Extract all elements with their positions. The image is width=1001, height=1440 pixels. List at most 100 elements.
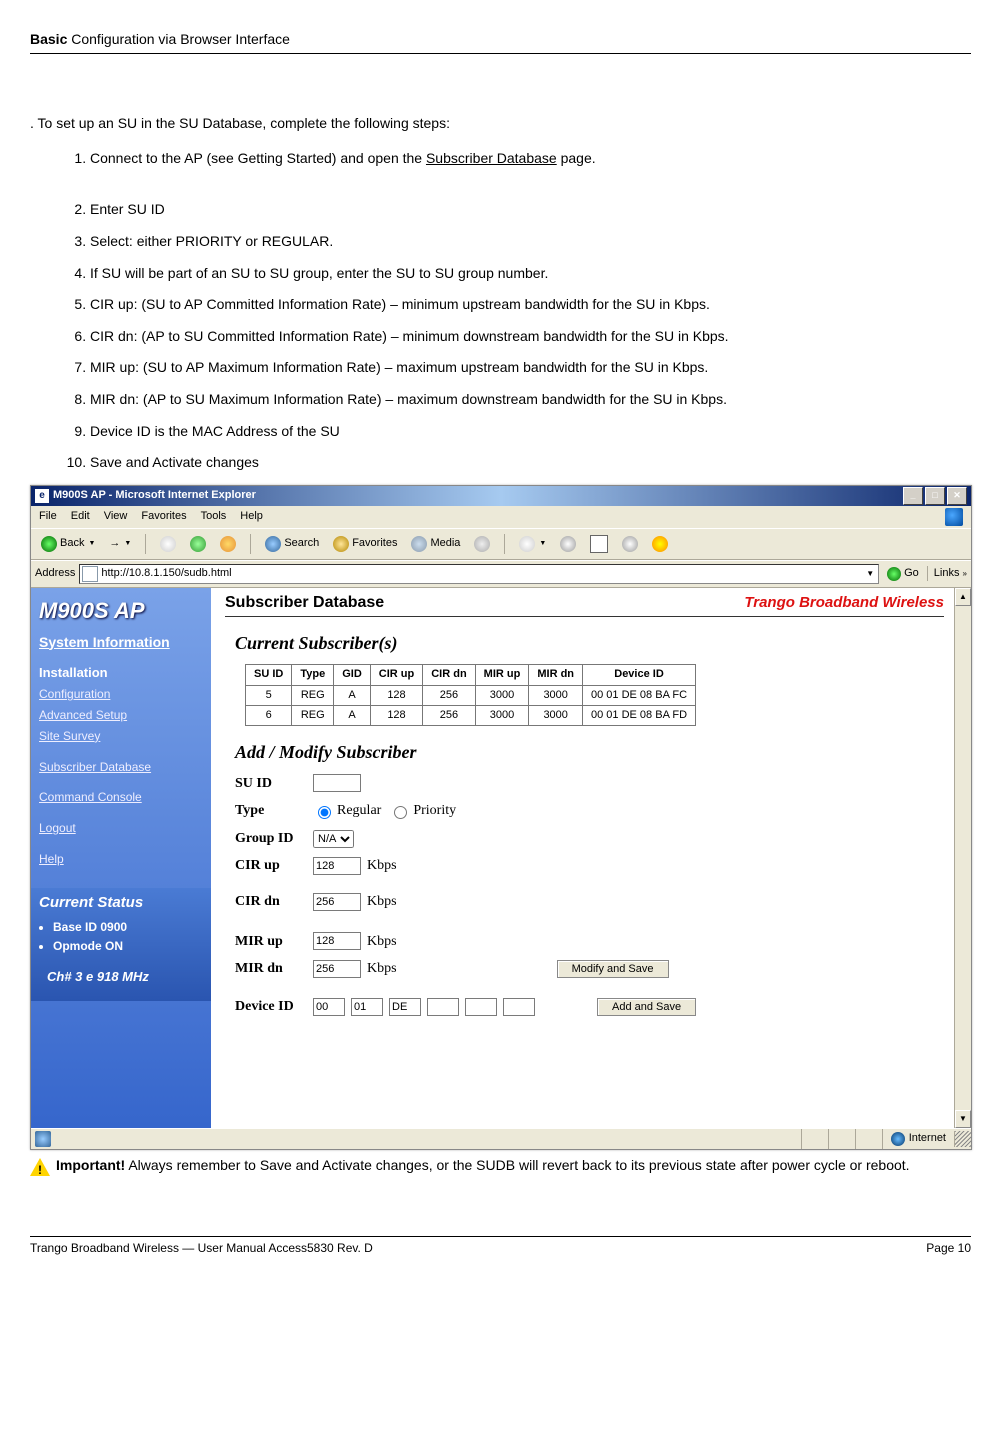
- mail-button[interactable]: ▼: [515, 534, 550, 554]
- status-base-id: Base ID 0900: [53, 919, 211, 936]
- group-id-select[interactable]: N/A: [313, 830, 354, 848]
- device-id-input-1[interactable]: [313, 998, 345, 1016]
- add-save-button[interactable]: Add and Save: [597, 998, 696, 1016]
- form-area: SU ID Type Regular Priority Group ID N/A…: [235, 774, 944, 1017]
- favorites-button[interactable]: Favorites: [329, 534, 401, 554]
- media-icon: [411, 536, 427, 552]
- globe-icon: [891, 1132, 905, 1146]
- important-label: Important!: [56, 1157, 125, 1173]
- add-modify-heading: Add / Modify Subscriber: [235, 740, 944, 765]
- cir-up-input[interactable]: [313, 857, 361, 875]
- mir-up-input[interactable]: [313, 932, 361, 950]
- menu-file[interactable]: File: [39, 509, 57, 524]
- type-label: Type: [235, 801, 313, 821]
- step-6: CIR dn: (AP to SU Committed Information …: [90, 327, 971, 347]
- discuss-button[interactable]: [618, 534, 642, 554]
- media-button[interactable]: Media: [407, 534, 464, 554]
- menu-tools[interactable]: Tools: [201, 509, 227, 524]
- home-icon: [220, 536, 236, 552]
- device-id-input-3[interactable]: [389, 998, 421, 1016]
- window-title: M900S AP - Microsoft Internet Explorer: [53, 488, 903, 503]
- address-label: Address: [35, 566, 75, 581]
- su-id-input[interactable]: [313, 774, 361, 792]
- device-id-input-6[interactable]: [503, 998, 535, 1016]
- ie-window-icon: e: [35, 489, 49, 503]
- close-button[interactable]: ✕: [947, 487, 967, 505]
- stop-button[interactable]: [156, 534, 180, 554]
- search-icon: [265, 536, 281, 552]
- home-button[interactable]: [216, 534, 240, 554]
- statusbar: Internet: [31, 1128, 971, 1149]
- status-channel: Ch# 3 e 918 MHz: [31, 956, 211, 990]
- sidebar-logout[interactable]: Logout: [31, 818, 211, 839]
- steps-list: Connect to the AP (see Getting Started) …: [50, 149, 971, 473]
- sidebar: M900S AP System Information Installation…: [31, 588, 211, 1128]
- type-priority-radio[interactable]: [394, 806, 407, 819]
- step-2: Enter SU ID: [90, 200, 971, 220]
- edit-button[interactable]: [586, 533, 612, 555]
- maximize-button[interactable]: □: [925, 487, 945, 505]
- menu-edit[interactable]: Edit: [71, 509, 90, 524]
- back-button[interactable]: Back ▼: [37, 534, 99, 554]
- warning-icon: [30, 1158, 50, 1176]
- step-9: Device ID is the MAC Address of the SU: [90, 422, 971, 442]
- footer-right: Page 10: [926, 1240, 971, 1257]
- sidebar-subscriber-database[interactable]: Subscriber Database: [31, 757, 211, 778]
- doc-header: Basic Configuration via Browser Interfac…: [30, 30, 971, 54]
- mir-dn-input[interactable]: [313, 960, 361, 978]
- device-id-input-2[interactable]: [351, 998, 383, 1016]
- main-panel: Subscriber Database Trango Broadband Wir…: [211, 588, 954, 1128]
- modify-save-button[interactable]: Modify and Save: [557, 960, 669, 978]
- resize-grip[interactable]: [954, 1131, 971, 1147]
- ie-logo-icon: [945, 508, 963, 526]
- sidebar-status-block: Current Status Base ID 0900 Opmode ON Ch…: [31, 888, 211, 1001]
- doc-header-rest: Configuration via Browser Interface: [67, 31, 290, 47]
- print-button[interactable]: [556, 534, 580, 554]
- minimize-button[interactable]: _: [903, 487, 923, 505]
- sidebar-system-info[interactable]: System Information: [31, 629, 211, 655]
- history-icon: [474, 536, 490, 552]
- menu-favorites[interactable]: Favorites: [141, 509, 186, 524]
- discuss-icon: [622, 536, 638, 552]
- messenger-button[interactable]: [648, 534, 672, 554]
- table-row: 6REGA1282563000300000 01 DE 08 BA FD: [246, 706, 696, 726]
- important-text: Always remember to Save and Activate cha…: [125, 1157, 909, 1173]
- links-button[interactable]: Links »: [927, 566, 967, 581]
- device-id-input-4[interactable]: [427, 998, 459, 1016]
- brand-right: Trango Broadband Wireless: [744, 592, 944, 613]
- menubar: File Edit View Favorites Tools Help: [31, 506, 971, 528]
- refresh-button[interactable]: [186, 534, 210, 554]
- vertical-scrollbar[interactable]: ▲ ▼: [954, 588, 971, 1128]
- sidebar-command-console[interactable]: Command Console: [31, 787, 211, 808]
- important-note: Important! Always remember to Save and A…: [30, 1156, 971, 1176]
- search-button[interactable]: Search: [261, 534, 323, 554]
- chevron-down-icon: ▼: [88, 539, 95, 549]
- sidebar-site-survey[interactable]: Site Survey: [31, 726, 211, 747]
- page-icon: [82, 566, 98, 582]
- address-input[interactable]: http://10.8.1.150/sudb.html ▼: [79, 564, 879, 584]
- scroll-down-button[interactable]: ▼: [955, 1110, 971, 1128]
- sidebar-advanced-setup[interactable]: Advanced Setup: [31, 705, 211, 726]
- chevron-down-icon[interactable]: ▼: [864, 568, 876, 579]
- step-5: CIR up: (SU to AP Committed Information …: [90, 295, 971, 315]
- device-id-input-5[interactable]: [465, 998, 497, 1016]
- menu-help[interactable]: Help: [240, 509, 263, 524]
- cir-dn-input[interactable]: [313, 893, 361, 911]
- zone-indicator: Internet: [882, 1129, 954, 1149]
- sidebar-configuration[interactable]: Configuration: [31, 684, 211, 705]
- step-4: If SU will be part of an SU to SU group,…: [90, 264, 971, 284]
- go-button[interactable]: Go: [883, 566, 923, 581]
- menu-view[interactable]: View: [104, 509, 128, 524]
- status-opmode: Opmode ON: [53, 938, 211, 955]
- intro-text: . To set up an SU in the SU Database, co…: [30, 114, 971, 134]
- sidebar-installation: Installation: [31, 654, 211, 684]
- titlebar: e M900S AP - Microsoft Internet Explorer…: [31, 486, 971, 506]
- sidebar-help[interactable]: Help: [31, 849, 211, 870]
- type-priority-label: Priority: [413, 801, 456, 821]
- forward-button[interactable]: →▼: [105, 534, 135, 553]
- history-button[interactable]: [470, 534, 494, 554]
- type-regular-radio[interactable]: [318, 806, 331, 819]
- address-url: http://10.8.1.150/sudb.html: [101, 566, 231, 581]
- scroll-up-button[interactable]: ▲: [955, 588, 971, 606]
- cir-up-label: CIR up: [235, 856, 313, 876]
